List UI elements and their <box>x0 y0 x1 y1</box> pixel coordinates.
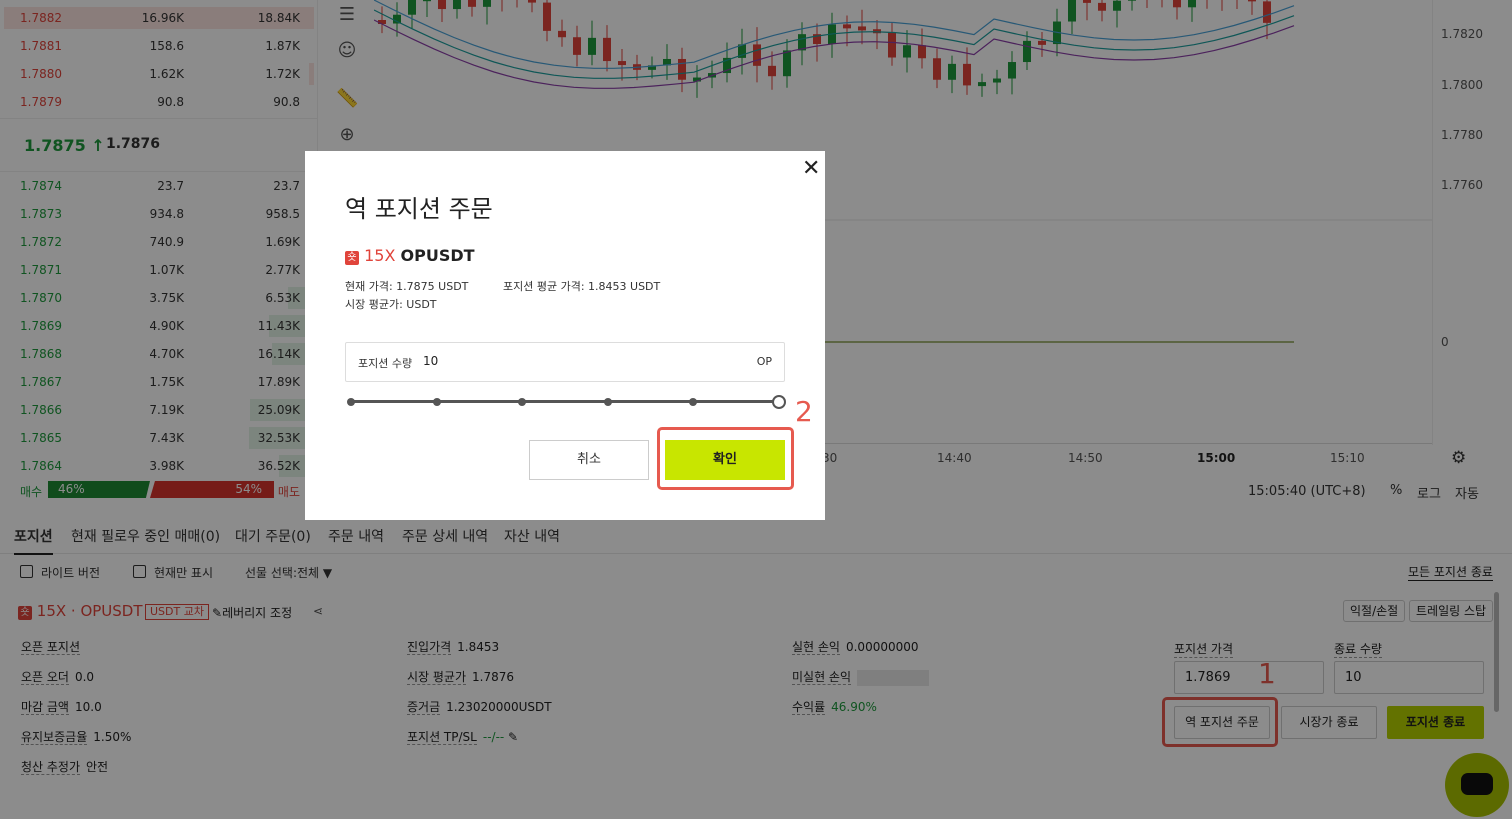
market-avg-text: 시장 평균가: USDT <box>345 298 437 311</box>
short-badge: 숏 <box>345 251 359 265</box>
slider-step[interactable] <box>433 398 441 406</box>
slider-step[interactable] <box>518 398 526 406</box>
position-qty-field[interactable]: 포지션 수량 10 OP <box>345 342 785 382</box>
slider-step[interactable] <box>347 398 355 406</box>
modal-symbol: 숏 15X OPUSDT <box>345 246 475 265</box>
modal-symbol-name: OPUSDT <box>400 246 475 265</box>
modal-leverage: 15X <box>364 246 396 265</box>
avg-position-price-text: 포지션 평균 가격: 1.8453 USDT <box>503 280 661 293</box>
current-price-text: 현재 가격: 1.7875 USDT <box>345 280 469 293</box>
cancel-button[interactable]: 취소 <box>529 440 649 480</box>
qty-slider-thumb[interactable] <box>772 395 786 409</box>
position-qty-label: 포지션 수량 <box>358 357 413 370</box>
modal-title: 역 포지션 주문 <box>345 195 493 223</box>
annotation-box-2 <box>657 427 794 490</box>
annotation-number-2: 2 <box>795 395 813 428</box>
position-qty-unit: OP <box>756 355 772 368</box>
close-icon[interactable]: ✕ <box>802 156 820 181</box>
slider-step[interactable] <box>604 398 612 406</box>
position-qty-value[interactable]: 10 <box>423 354 438 368</box>
qty-slider-track[interactable] <box>351 400 779 403</box>
slider-step[interactable] <box>689 398 697 406</box>
